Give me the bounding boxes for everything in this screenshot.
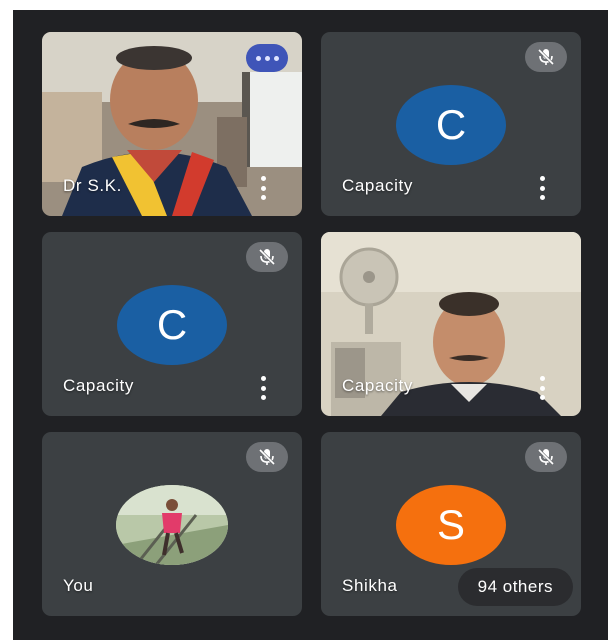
mic-off-icon (525, 42, 567, 72)
more-dot (255, 55, 261, 61)
participant-tile-capacity-3[interactable]: Capacity (321, 232, 581, 416)
participant-name: Shikha (342, 576, 398, 595)
others-count-button[interactable]: 94 others (457, 568, 573, 606)
mic-off-icon (525, 442, 567, 472)
participant-tile-capacity-1[interactable]: C Capacity (321, 32, 581, 216)
meeting-grid: Dr S.K. C Capacity C Capacity Capacity Y… (13, 10, 608, 640)
participant-tile-dr-sk[interactable]: Dr S.K. (42, 32, 302, 216)
profile-photo-avatar (116, 485, 228, 565)
participant-name: Capacity (342, 176, 413, 195)
kebab-menu-icon[interactable] (258, 176, 268, 200)
kebab-menu-icon[interactable] (537, 176, 547, 200)
participant-name: Capacity (342, 376, 413, 395)
participant-name: You (63, 576, 94, 595)
more-dot (264, 55, 270, 61)
participant-name: Capacity (63, 376, 134, 395)
participant-avatar: C (117, 285, 227, 365)
kebab-menu-icon[interactable] (537, 376, 547, 400)
more-dot (273, 55, 279, 61)
participant-avatar: S (396, 485, 506, 565)
participant-tile-you[interactable]: You (42, 432, 302, 616)
participant-tile-shikha[interactable]: S Shikha 94 others (321, 432, 581, 616)
mic-off-icon (246, 242, 288, 272)
participant-tile-capacity-2[interactable]: C Capacity (42, 232, 302, 416)
participant-name: Dr S.K. (63, 176, 122, 195)
kebab-menu-icon[interactable] (258, 376, 268, 400)
more-options-button[interactable] (246, 44, 288, 72)
mic-off-icon (246, 442, 288, 472)
participant-avatar: C (396, 85, 506, 165)
